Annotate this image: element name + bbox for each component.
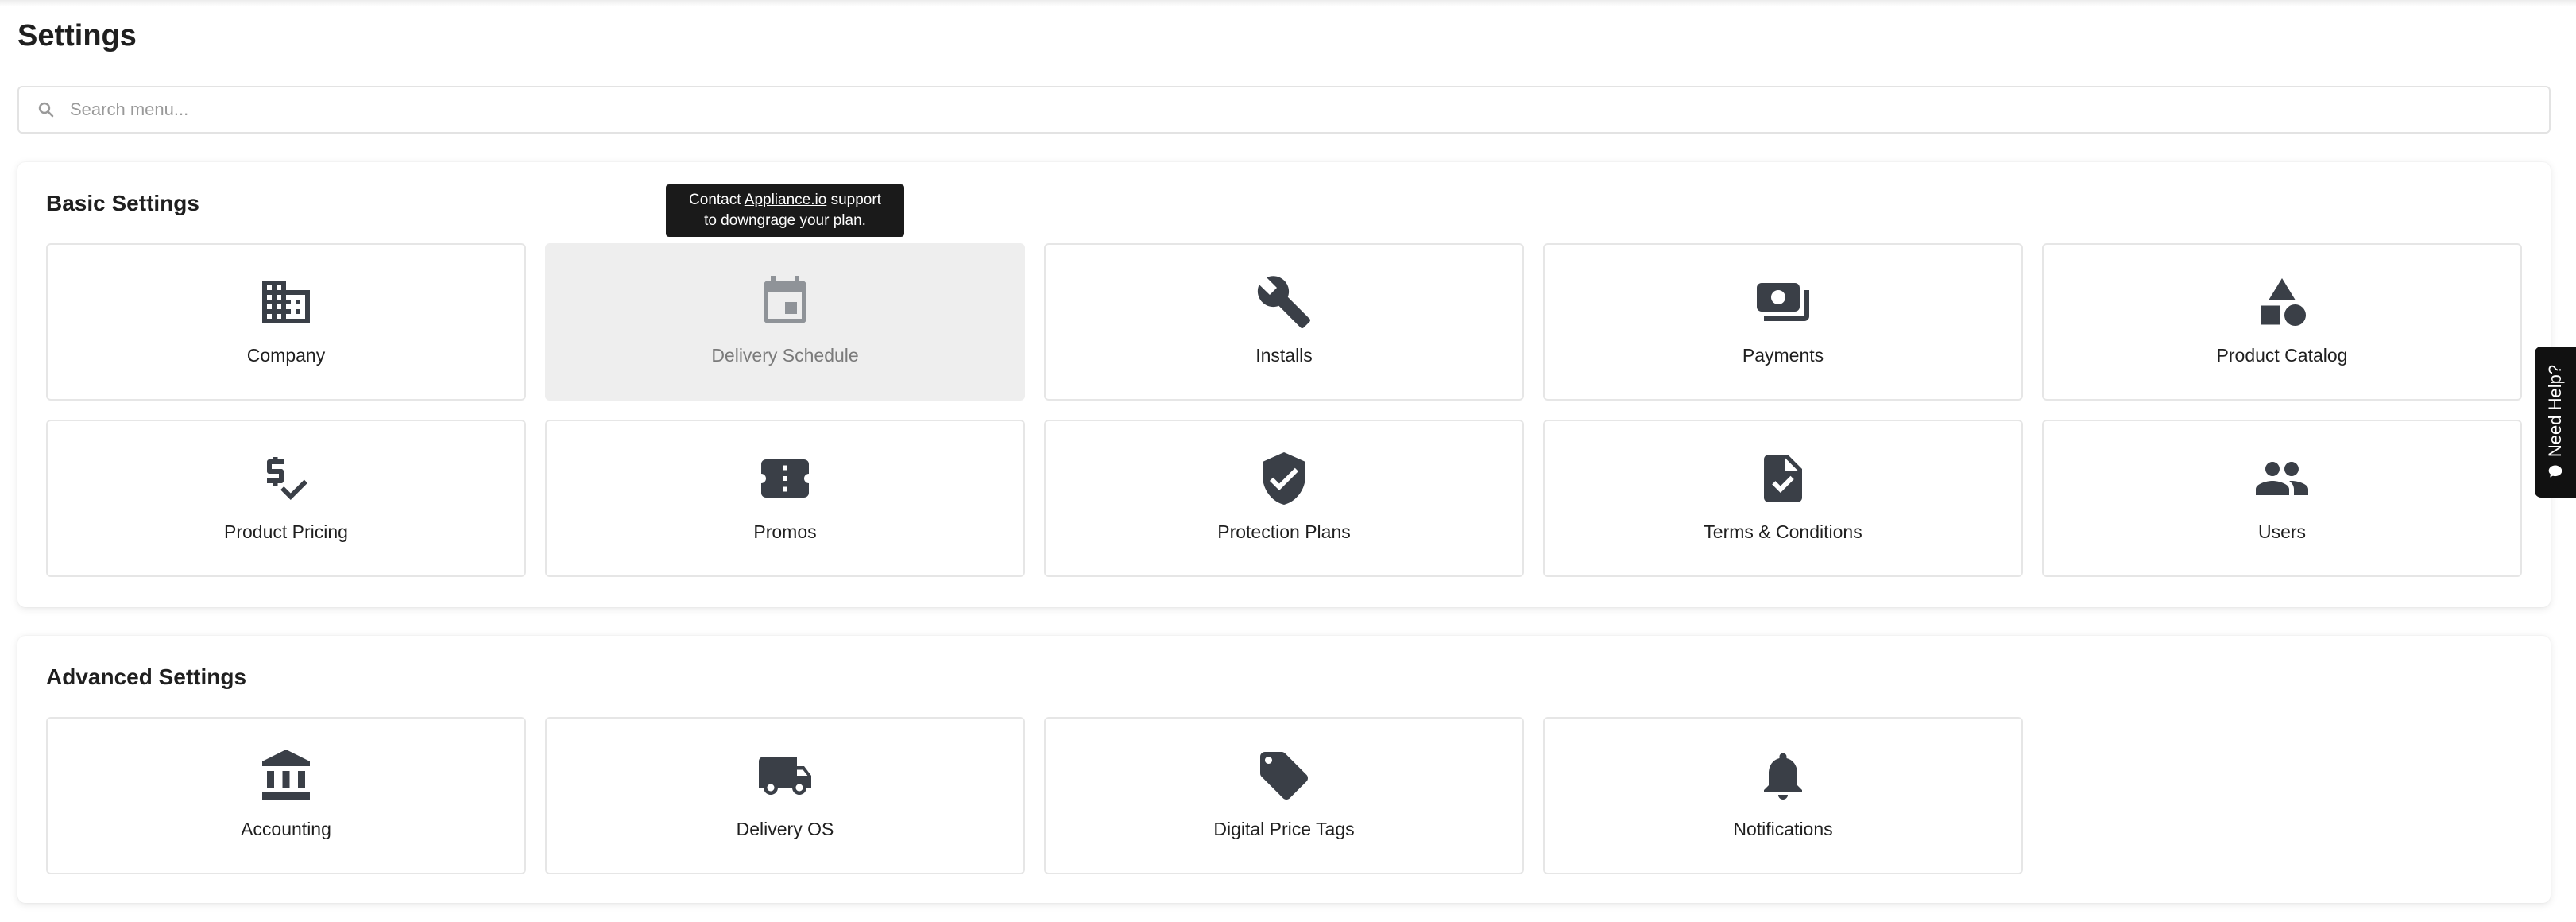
tile-label: Company	[246, 345, 326, 366]
ticket-icon	[756, 450, 814, 507]
tile-digital-price-tags[interactable]: Digital Price Tags	[1044, 717, 1524, 874]
advanced-settings-title: Advanced Settings	[46, 664, 247, 689]
search-input[interactable]	[70, 99, 2454, 120]
tile-company[interactable]: Company	[46, 243, 526, 401]
bell-icon	[1754, 747, 1812, 804]
tile-label: Payments	[1742, 345, 1824, 366]
document-check-icon	[1754, 450, 1812, 507]
tile-label: Product Catalog	[2216, 345, 2348, 366]
tile-label: Promos	[753, 521, 817, 542]
tooltip-line-2: to downgrage your plan.	[704, 212, 866, 229]
tile-label: Delivery Schedule	[711, 345, 859, 366]
tile-label: Installs	[1255, 345, 1313, 366]
tile-label: Digital Price Tags	[1213, 819, 1355, 839]
basic-settings-title: Basic Settings	[46, 191, 199, 215]
tile-delivery-schedule: Delivery Schedule	[545, 243, 1025, 401]
building-icon	[257, 273, 315, 331]
tile-label: Accounting	[241, 819, 331, 839]
bank-icon	[257, 747, 315, 804]
tile-label: Terms & Conditions	[1704, 521, 1862, 542]
price-check-icon	[257, 450, 315, 507]
appliance-link[interactable]: Appliance.io	[745, 192, 827, 208]
top-shadow	[0, 0, 2576, 6]
tile-product-pricing[interactable]: Product Pricing	[46, 420, 526, 577]
shapes-icon	[2253, 273, 2311, 331]
truck-icon	[756, 747, 814, 804]
tile-label: Delivery OS	[736, 819, 834, 839]
search-box[interactable]	[17, 86, 2551, 134]
tile-payments[interactable]: Payments	[1543, 243, 2023, 401]
need-help-label: Need Help?	[2545, 364, 2565, 458]
users-icon	[2253, 450, 2311, 507]
need-help-inner: Need Help?	[2543, 347, 2567, 498]
upgrade-tooltip: Contact Appliance.io support to downgrag…	[666, 184, 904, 237]
basic-settings-panel: Basic Settings Company Delivery Schedule…	[17, 162, 2551, 607]
payments-icon	[1754, 273, 1812, 331]
tile-users[interactable]: Users	[2042, 420, 2522, 577]
tile-terms-conditions[interactable]: Terms & Conditions	[1543, 420, 2023, 577]
tile-protection-plans[interactable]: Protection Plans	[1044, 420, 1524, 577]
tile-label: Product Pricing	[224, 521, 348, 542]
shield-check-icon	[1255, 450, 1313, 507]
advanced-settings-panel: Advanced Settings Accounting Delivery OS…	[17, 636, 2551, 903]
tile-product-catalog[interactable]: Product Catalog	[2042, 243, 2522, 401]
tile-accounting[interactable]: Accounting	[46, 717, 526, 874]
tile-label: Notifications	[1733, 819, 1833, 839]
tile-notifications[interactable]: Notifications	[1543, 717, 2023, 874]
tile-promos[interactable]: Promos	[545, 420, 1025, 577]
tile-label: Users	[2257, 521, 2307, 542]
page-title: Settings	[17, 19, 137, 52]
calendar-icon	[756, 273, 814, 331]
need-help-tab[interactable]: Need Help?	[2535, 347, 2576, 498]
tooltip-line-1: Contact Appliance.io support	[689, 192, 881, 208]
tag-icon	[1255, 747, 1313, 804]
search-icon	[37, 100, 56, 119]
tile-label: Protection Plans	[1217, 521, 1351, 542]
wrench-icon	[1255, 273, 1313, 331]
tile-installs[interactable]: Installs	[1044, 243, 1524, 401]
tile-delivery-os[interactable]: Delivery OS	[545, 717, 1025, 874]
chat-bubble-icon	[2548, 465, 2562, 478]
